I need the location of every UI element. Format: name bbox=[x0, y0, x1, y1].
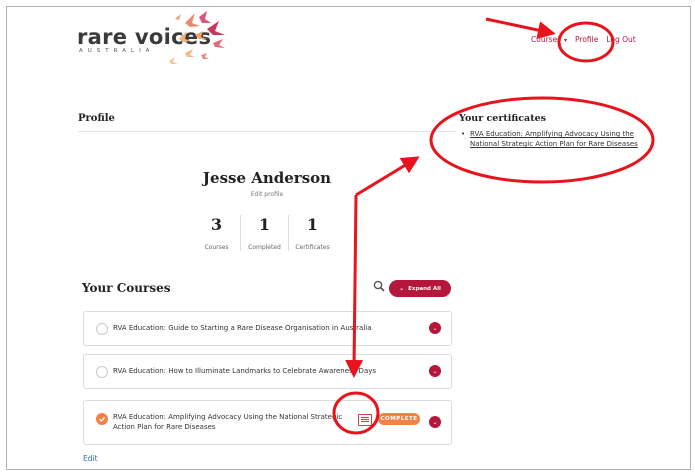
certificate-icon[interactable] bbox=[358, 414, 372, 426]
top-nav: Courses ▾ Profile Log Out bbox=[531, 35, 636, 44]
complete-badge: COMPLETE bbox=[378, 413, 420, 425]
browser-viewport: rare voices AUSTRALIA Courses ▾ Profile … bbox=[6, 6, 691, 470]
incomplete-status-icon bbox=[96, 323, 108, 335]
arrow-to-courses-nav bbox=[485, 17, 556, 39]
profile-heading: Profile bbox=[78, 113, 115, 124]
certificates-heading: Your certificates bbox=[459, 113, 546, 124]
nav-courses[interactable]: Courses ▾ bbox=[531, 35, 567, 44]
stat-label: Courses bbox=[204, 244, 229, 251]
your-courses-heading: Your Courses bbox=[82, 281, 171, 295]
course-row[interactable]: RVA Education: Guide to Starting a Rare … bbox=[83, 311, 452, 346]
stat-completed: 1 Completed bbox=[241, 215, 289, 251]
stat-courses: 3 Courses bbox=[193, 215, 241, 251]
complete-check-icon bbox=[96, 413, 108, 425]
stat-value: 3 bbox=[210, 215, 223, 234]
nav-logout[interactable]: Log Out bbox=[606, 35, 635, 44]
stat-label: Certificates bbox=[295, 244, 330, 251]
incomplete-status-icon bbox=[96, 366, 108, 378]
expand-all-button[interactable]: ⌄ Expand All bbox=[389, 280, 451, 297]
profile-divider bbox=[78, 131, 456, 132]
caret-down-icon: ▾ bbox=[562, 37, 568, 44]
certificate-link[interactable]: RVA Education: Amplifying Advocacy Using… bbox=[470, 130, 638, 148]
course-title[interactable]: RVA Education: Guide to Starting a Rare … bbox=[113, 323, 372, 333]
chevron-down-icon[interactable]: ⌄ bbox=[429, 416, 441, 428]
course-row[interactable]: RVA Education: Amplifying Advocacy Using… bbox=[83, 400, 452, 445]
certificates-list: • RVA Education: Amplifying Advocacy Usi… bbox=[461, 129, 650, 149]
chevron-down-icon: ⌄ bbox=[399, 285, 405, 292]
stat-certificates: 1 Certificates bbox=[289, 215, 336, 251]
bullet-icon: • bbox=[461, 130, 466, 138]
search-icon[interactable] bbox=[373, 280, 385, 292]
stat-value: 1 bbox=[306, 215, 319, 234]
birds-logo-icon bbox=[169, 11, 225, 64]
user-name: Jesse Anderson bbox=[202, 169, 332, 187]
chevron-down-icon[interactable]: ⌄ bbox=[429, 322, 441, 334]
course-title[interactable]: RVA Education: Amplifying Advocacy Using… bbox=[113, 412, 348, 432]
nav-profile[interactable]: Profile bbox=[575, 35, 598, 44]
course-row[interactable]: RVA Education: How to Illuminate Landmar… bbox=[83, 354, 452, 389]
stat-label: Completed bbox=[248, 244, 281, 251]
profile-stats: 3 Courses 1 Completed 1 Certificates bbox=[193, 215, 336, 251]
expand-all-label: Expand All bbox=[408, 285, 441, 292]
edit-link[interactable]: Edit bbox=[83, 454, 98, 463]
course-title[interactable]: RVA Education: How to Illuminate Landmar… bbox=[113, 366, 376, 376]
edit-profile-link[interactable]: Edit profile bbox=[7, 191, 527, 198]
stat-value: 1 bbox=[258, 215, 271, 234]
chevron-down-icon[interactable]: ⌄ bbox=[429, 365, 441, 377]
